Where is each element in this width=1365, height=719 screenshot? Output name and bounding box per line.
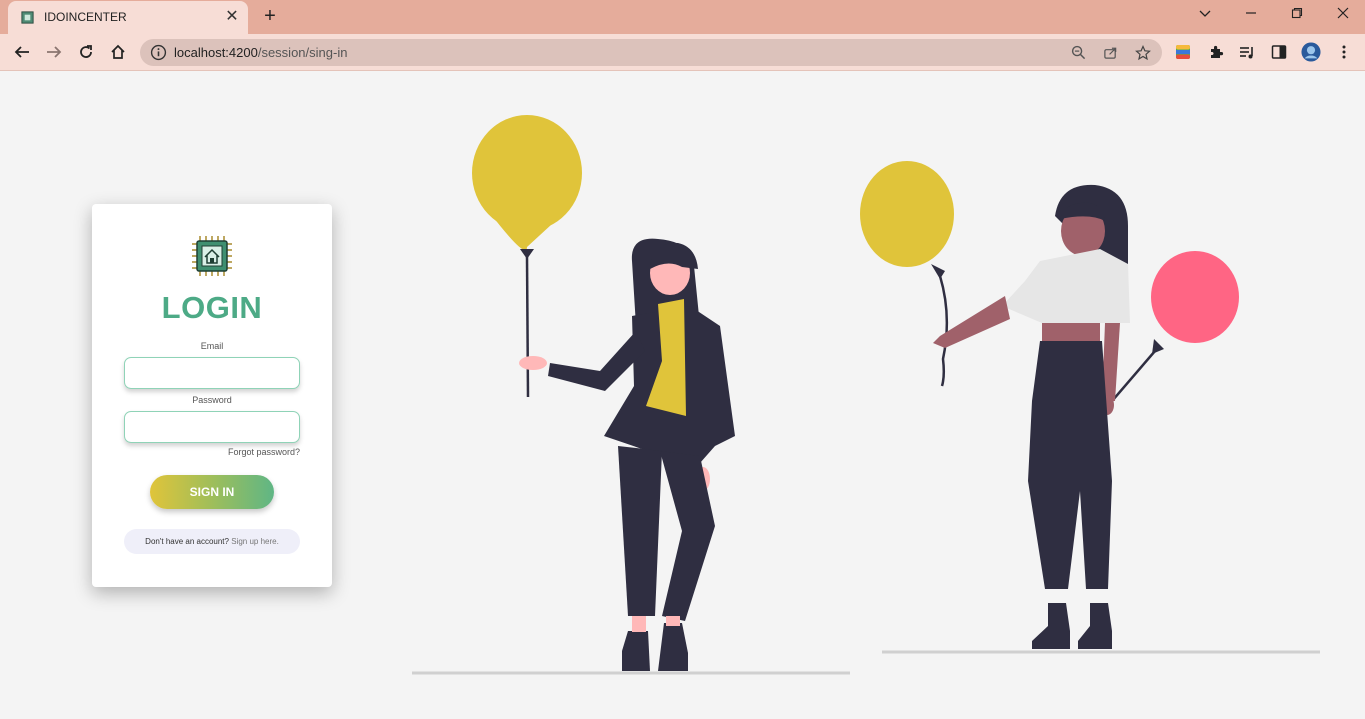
browser-toolbar: localhost:4200/session/sing-in xyxy=(0,34,1365,71)
extensions-puzzle-icon[interactable] xyxy=(1206,42,1226,62)
yellow-balloon-right xyxy=(860,161,954,267)
password-label: Password xyxy=(192,395,232,405)
browser-tabstrip: IDOINCENTER ✕ + xyxy=(0,0,1365,34)
browser-menu-icon[interactable] xyxy=(1334,42,1354,62)
sign-up-link[interactable]: Sign up here. xyxy=(231,537,279,546)
balloons-illustration xyxy=(412,115,1320,675)
sign-in-button[interactable]: SIGN IN xyxy=(150,475,274,509)
minimize-icon[interactable] xyxy=(1228,0,1274,30)
signup-prompt: Don't have an account? Sign up here. xyxy=(124,529,300,554)
chip-logo-icon xyxy=(192,236,232,276)
tab-search-icon[interactable] xyxy=(1182,0,1228,30)
site-info-icon[interactable] xyxy=(150,44,167,61)
share-icon[interactable] xyxy=(1101,43,1120,62)
password-field[interactable] xyxy=(124,411,300,443)
woman-left-figure xyxy=(472,115,735,671)
url-host: localhost:4200 xyxy=(174,45,258,60)
back-arrow-icon[interactable] xyxy=(9,39,35,65)
browser-tab[interactable]: IDOINCENTER ✕ xyxy=(8,1,248,34)
email-label: Email xyxy=(200,341,224,351)
tab-close-icon[interactable]: ✕ xyxy=(222,7,242,27)
media-controls-icon[interactable] xyxy=(1237,42,1257,62)
url-text[interactable]: localhost:4200/session/sing-in xyxy=(174,45,347,60)
address-bar[interactable]: localhost:4200/session/sing-in xyxy=(140,39,1162,66)
home-icon[interactable] xyxy=(105,39,131,65)
chip-favicon-icon xyxy=(21,11,34,24)
side-panel-icon[interactable] xyxy=(1269,42,1289,62)
email-field[interactable] xyxy=(124,357,300,389)
no-account-text: Don't have an account? xyxy=(145,537,229,546)
pink-balloon xyxy=(1151,251,1239,343)
zoom-icon[interactable] xyxy=(1069,43,1088,62)
bookmark-star-icon[interactable] xyxy=(1133,43,1152,62)
extension-colorful-icon[interactable] xyxy=(1173,42,1193,62)
login-title: LOGIN xyxy=(161,290,263,325)
tab-title: IDOINCENTER xyxy=(44,10,127,24)
page-content: LOGIN Email Password Forgot password? SI… xyxy=(0,71,1365,719)
restore-icon[interactable] xyxy=(1274,0,1320,30)
reload-icon[interactable] xyxy=(73,39,99,65)
forgot-password-link[interactable]: Forgot password? xyxy=(228,447,300,457)
forward-arrow-icon[interactable] xyxy=(41,39,67,65)
new-tab-icon[interactable]: + xyxy=(259,5,281,27)
woman-right-figure xyxy=(860,161,1239,649)
close-window-icon[interactable] xyxy=(1320,0,1365,30)
url-path: /session/sing-in xyxy=(257,45,348,60)
login-card: LOGIN Email Password Forgot password? SI… xyxy=(92,204,332,587)
profile-avatar-icon[interactable] xyxy=(1301,42,1321,62)
